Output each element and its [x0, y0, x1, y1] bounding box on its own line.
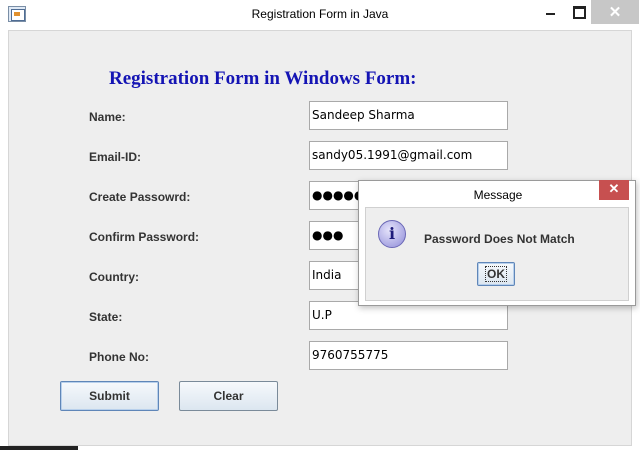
ok-button[interactable]: OK	[477, 262, 515, 286]
ok-button-label: OK	[485, 266, 507, 282]
message-dialog: Message ✕ i Password Does Not Match OK	[358, 180, 636, 306]
email-label: Email-ID:	[89, 150, 142, 164]
maximize-button[interactable]	[563, 0, 593, 24]
dialog-message: Password Does Not Match	[424, 232, 575, 246]
close-icon: ✕	[608, 4, 622, 21]
email-input[interactable]: sandy05.1991@gmail.com	[309, 141, 508, 170]
country-label: Country:	[89, 270, 139, 284]
dialog-body: i Password Does Not Match OK	[365, 207, 629, 301]
minimize-button[interactable]	[536, 0, 566, 24]
dialog-close-icon: ✕	[608, 181, 620, 196]
name-label: Name:	[89, 110, 126, 124]
clear-button[interactable]: Clear	[179, 381, 278, 411]
phone-input[interactable]: 9760755775	[309, 341, 508, 370]
phone-label: Phone No:	[89, 350, 149, 364]
taskbar-edge	[0, 446, 640, 450]
info-icon: i	[378, 220, 406, 248]
create-password-label: Create Passowrd:	[89, 190, 191, 204]
state-label: State:	[89, 310, 123, 324]
dialog-title: Message	[473, 188, 523, 202]
window-titlebar[interactable]: Registration Form in Java ✕	[0, 0, 640, 30]
form-heading: Registration Form in Windows Form:	[109, 68, 417, 89]
dialog-close-button[interactable]: ✕	[599, 180, 629, 200]
confirm-password-label: Confirm Password:	[89, 230, 200, 244]
name-input[interactable]: Sandeep Sharma	[309, 101, 508, 130]
close-button[interactable]: ✕	[591, 0, 639, 24]
submit-button[interactable]: Submit	[60, 381, 159, 411]
